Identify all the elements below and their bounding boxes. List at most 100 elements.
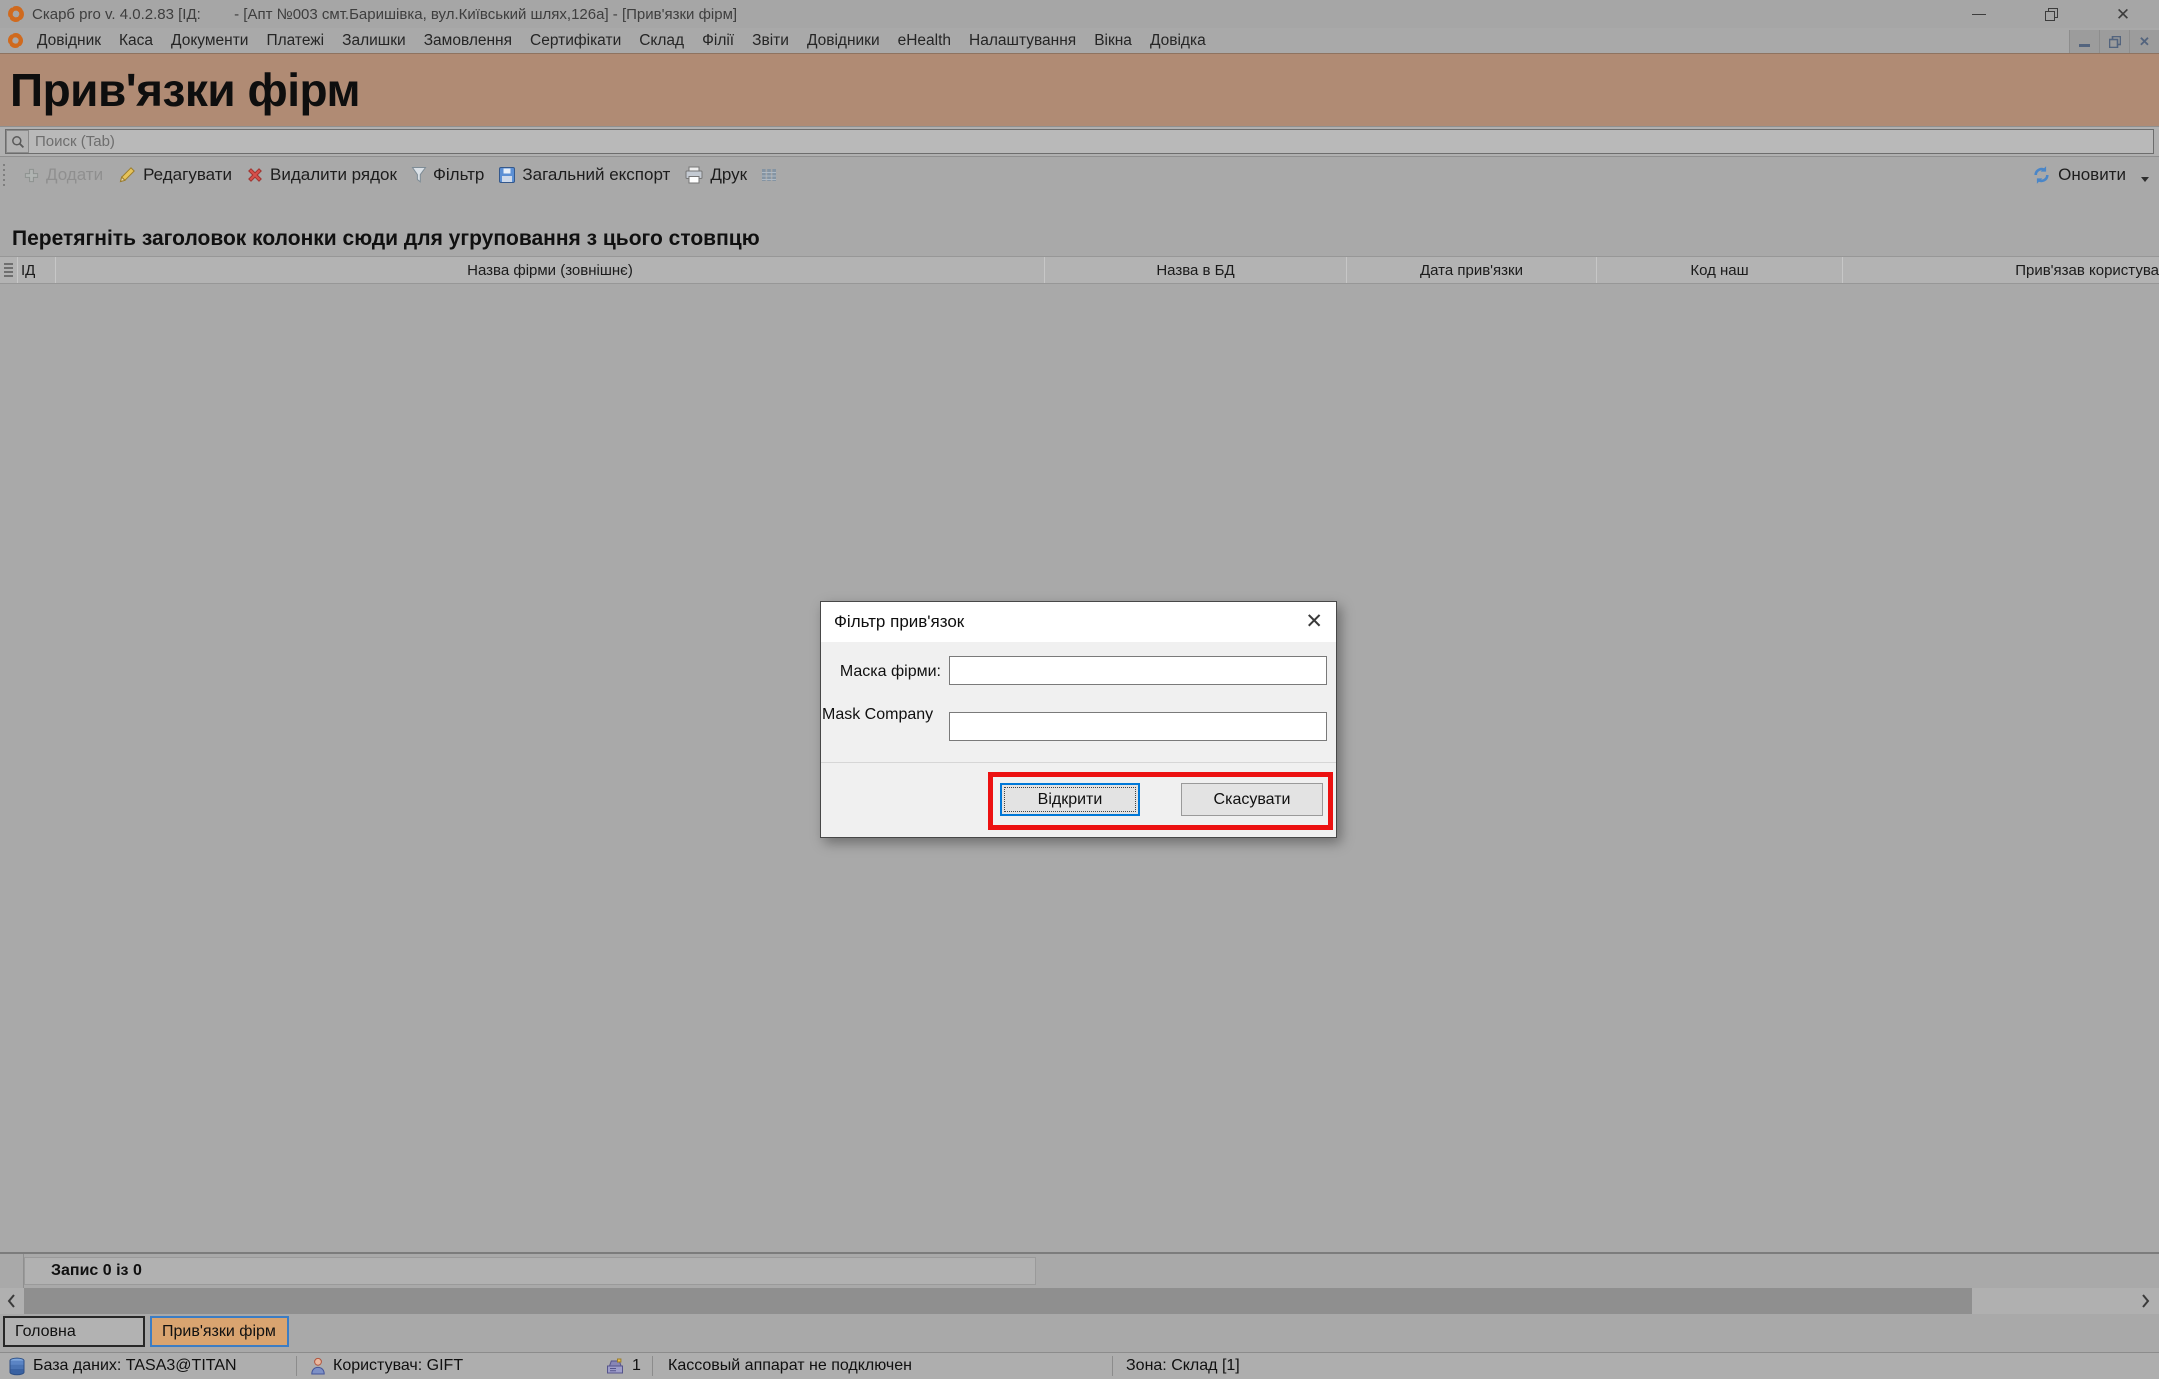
app-logo-icon: [7, 5, 25, 23]
page-title: Прив'язки фірм: [10, 63, 360, 117]
toolbar-grip-handle[interactable]: [3, 164, 8, 186]
window-title: Скарб pro v. 4.0.2.83 [ІД: - [Апт №003 с…: [32, 6, 737, 23]
menu-nalashtuvannia[interactable]: Налаштування: [960, 32, 1085, 50]
plus-icon: [23, 167, 40, 184]
column-header-bound-by-user[interactable]: Прив'язав користува: [1843, 257, 2159, 283]
column-header-our-code[interactable]: Код наш: [1597, 257, 1843, 283]
delete-row-button[interactable]: Видалити рядок: [239, 165, 404, 185]
record-status-row: Запис 0 із 0: [0, 1252, 2159, 1288]
minimize-icon: [1972, 14, 1986, 15]
menu-dokumenty[interactable]: Документи: [162, 32, 257, 50]
statusbar-register-status: Кассовый аппарат не подключен: [668, 1357, 912, 1375]
column-header-firm-name[interactable]: Назва фірми (зовнішнє): [56, 257, 1045, 283]
menu-dovidnyky[interactable]: Довідники: [798, 32, 889, 50]
user-icon: [310, 1357, 326, 1375]
printer-icon: [684, 166, 704, 185]
restore-icon: [2044, 7, 2059, 22]
page-header: Прив'язки фірм: [0, 53, 2159, 126]
search-button[interactable]: [6, 130, 29, 153]
search-icon: [11, 135, 25, 149]
record-status-corner: [0, 1254, 24, 1288]
group-by-hint: Перетягніть заголовок колонки сюди для у…: [12, 227, 760, 251]
statusbar-database: База даних: TASA3@TITAN: [33, 1357, 237, 1375]
edit-button[interactable]: Редагувати: [110, 165, 239, 185]
mdi-close-button[interactable]: ✕: [2129, 30, 2159, 53]
dialog-title-bar[interactable]: Фільтр прив'язок: [821, 602, 1336, 642]
search-row: [0, 126, 2159, 157]
tab-holovna[interactable]: Головна: [3, 1316, 145, 1347]
menu-zvity[interactable]: Звіти: [743, 32, 798, 50]
mdi-minimize-button[interactable]: [2069, 30, 2099, 53]
refresh-icon: [2031, 165, 2052, 185]
dialog-close-button[interactable]: ✕: [1305, 611, 1323, 632]
grid-header-row: ІД Назва фірми (зовнішнє) Назва в БД Дат…: [0, 256, 2159, 284]
status-bar: База даних: TASA3@TITAN Користувач: GIFT…: [0, 1352, 2159, 1379]
search-input[interactable]: [29, 133, 2153, 150]
menu-sklad[interactable]: Склад: [630, 32, 693, 50]
menu-dovidnyk[interactable]: Довідник: [28, 32, 110, 50]
scroll-right-button[interactable]: [2135, 1288, 2157, 1314]
menu-filii[interactable]: Філії: [693, 32, 743, 50]
mask-firm-input[interactable]: [949, 656, 1327, 685]
menu-vikna[interactable]: Вікна: [1085, 32, 1141, 50]
scrollbar-thumb[interactable]: [24, 1288, 1972, 1314]
grid-grip-icon: [4, 263, 13, 277]
app-logo-icon-small: [7, 32, 24, 49]
window-tabs: Головна Прив'язки фірм: [0, 1316, 2159, 1352]
close-icon: ✕: [2116, 6, 2130, 23]
mask-firm-label: Маска фірми:: [821, 663, 941, 681]
horizontal-scrollbar[interactable]: [0, 1288, 2159, 1314]
statusbar-separator: [296, 1356, 297, 1376]
menu-sertyfikaty[interactable]: Сертифікати: [521, 32, 630, 50]
record-count-panel: Запис 0 із 0: [24, 1257, 1036, 1285]
mask-company-label: Mask Company: [822, 706, 942, 724]
red-x-icon: [246, 166, 264, 184]
tab-pryviazky-firm[interactable]: Прив'язки фірм: [150, 1316, 289, 1347]
columns-icon: [761, 167, 777, 183]
menu-zamovlennia[interactable]: Замовлення: [415, 32, 521, 50]
menu-dovidka[interactable]: Довідка: [1141, 32, 1215, 50]
refresh-button[interactable]: Оновити: [2024, 165, 2133, 185]
column-chooser-button[interactable]: [754, 167, 784, 183]
scroll-left-button[interactable]: [0, 1288, 22, 1314]
cancel-button[interactable]: Скасувати: [1181, 783, 1323, 816]
column-header-bind-date[interactable]: Дата прив'язки: [1347, 257, 1597, 283]
pencil-icon: [117, 165, 137, 185]
toolbar: Додати Редагувати Видалити рядок Фільтр …: [0, 158, 2159, 192]
add-button[interactable]: Додати: [16, 165, 110, 185]
mdi-restore-button[interactable]: [2099, 30, 2129, 53]
statusbar-zone: Зона: Склад [1]: [1126, 1357, 1240, 1375]
menu-platezhi[interactable]: Платежі: [257, 32, 333, 50]
filter-button[interactable]: Фільтр: [404, 165, 491, 185]
close-button[interactable]: ✕: [2087, 0, 2159, 28]
print-button[interactable]: Друк: [677, 165, 754, 185]
mdi-close-icon: ✕: [2139, 34, 2150, 50]
filter-dialog: Фільтр прив'язок ✕ Маска фірми: Mask Com…: [820, 601, 1337, 838]
chevron-left-icon: [6, 1293, 16, 1309]
open-button[interactable]: Відкрити: [1000, 783, 1140, 816]
column-header-id[interactable]: ІД: [18, 257, 56, 283]
menu-kasa[interactable]: Каса: [110, 32, 162, 50]
statusbar-register-count: 1: [632, 1357, 641, 1375]
export-button[interactable]: Загальний експорт: [491, 165, 677, 185]
refresh-dropdown-caret[interactable]: [2141, 177, 2149, 182]
chevron-right-icon: [2141, 1293, 2151, 1309]
record-count-text: Запис 0 із 0: [51, 1262, 142, 1280]
search-box: [5, 129, 2154, 154]
database-icon: [8, 1357, 26, 1376]
group-by-panel[interactable]: Перетягніть заголовок колонки сюди для у…: [0, 192, 2159, 256]
dialog-footer-divider: [821, 762, 1336, 763]
floppy-export-icon: [498, 166, 516, 184]
mdi-restore-icon: [2109, 36, 2121, 48]
minimize-button[interactable]: [1943, 0, 2015, 28]
cash-register-icon: [605, 1358, 625, 1375]
menu-ehealth[interactable]: eHealth: [889, 32, 960, 50]
menu-zalyshky[interactable]: Залишки: [333, 32, 415, 50]
funnel-icon: [411, 166, 427, 184]
mask-company-input[interactable]: [949, 712, 1327, 741]
column-header-db-name[interactable]: Назва в БД: [1045, 257, 1347, 283]
statusbar-separator: [1112, 1356, 1113, 1376]
application-window: Скарб pro v. 4.0.2.83 [ІД: - [Апт №003 с…: [0, 0, 2159, 1379]
mdi-minimize-icon: [2079, 44, 2090, 47]
restore-button[interactable]: [2015, 0, 2087, 28]
